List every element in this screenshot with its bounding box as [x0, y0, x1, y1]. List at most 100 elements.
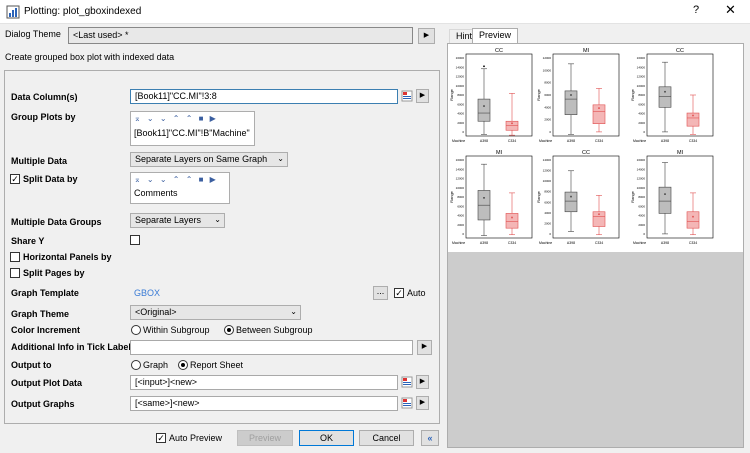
preview-button[interactable]: Preview: [237, 430, 293, 446]
mean-marker: [598, 107, 600, 109]
data-columns-menu-button[interactable]: ▶: [416, 89, 429, 103]
x-axis-title: Machine: [452, 241, 465, 245]
y-tick-label: 4000: [544, 211, 551, 215]
plot-title: MI: [677, 150, 684, 156]
y-tick-label: 14000: [637, 65, 646, 69]
split-data-by-item[interactable]: Comments: [134, 188, 178, 198]
plot-frame: [646, 53, 714, 137]
plot-title: MI: [496, 150, 503, 156]
chevron-down-icon: ⌄: [277, 154, 284, 163]
y-tick-label: 10000: [637, 186, 646, 190]
y-tick-label: 8000: [544, 190, 551, 194]
box: [686, 211, 700, 229]
y-tick-label: 0: [643, 232, 645, 236]
y-tick-label: 0: [549, 232, 551, 236]
y-tick-label: 2000: [457, 121, 464, 125]
y-tick-label: 0: [462, 130, 464, 134]
y-tick-label: 12000: [637, 75, 646, 79]
cancel-button[interactable]: Cancel: [359, 430, 414, 446]
mean-marker: [570, 94, 572, 96]
y-tick-label: 6000: [544, 200, 551, 204]
y-tick-label: 6000: [544, 93, 551, 97]
graph-theme-combo[interactable]: <Original> ⌄: [130, 305, 301, 320]
group-list-toolbar[interactable]: ⌅ ⌄ ⌄ ⌃ ⌃ ■ ▶: [134, 114, 218, 123]
multiple-data-groups-label: Multiple Data Groups: [11, 217, 102, 227]
y-tick-label: 14000: [456, 167, 465, 171]
preview-graph: CC Range 16000 14000 12000 10000 8000 6000 4000 2…: [449, 48, 714, 245]
tab-preview[interactable]: Preview: [472, 28, 519, 43]
output-graph-radio[interactable]: [131, 360, 141, 370]
y-tick-label: 2000: [638, 223, 645, 227]
help-button[interactable]: ?: [693, 4, 699, 16]
output-graphs-label: Output Graphs: [11, 399, 75, 409]
y-tick-label: 16000: [456, 56, 465, 60]
within-subgroup-label: Within Subgroup: [143, 325, 210, 335]
box: [477, 98, 491, 122]
between-subgroup-label: Between Subgroup: [236, 325, 313, 335]
select-range-icon[interactable]: [401, 89, 414, 103]
x-tick-label: C334: [689, 241, 697, 245]
output-graphs-menu-button[interactable]: ▶: [416, 396, 429, 410]
group-plots-by-item[interactable]: [Book11]"CC.MI"!B"Machine": [134, 128, 250, 138]
app-icon: [6, 5, 20, 19]
additional-info-menu-button[interactable]: ▶: [417, 340, 432, 355]
graph-template-link[interactable]: GBOX: [134, 288, 160, 298]
y-tick-label: 16000: [456, 158, 465, 162]
y-axis-label: Range: [536, 88, 541, 101]
plot-frame: [552, 155, 620, 239]
dialog-theme-combo[interactable]: <Last used> *: [68, 27, 413, 44]
split-list-toolbar[interactable]: ⌅ ⌄ ⌄ ⌃ ⌃ ■ ▶: [134, 175, 218, 184]
select-range-icon[interactable]: [401, 396, 414, 410]
auto-label: Auto: [407, 288, 426, 298]
output-plot-data-input[interactable]: [<input>]<new>: [130, 375, 398, 390]
y-tick-label: 8000: [638, 93, 645, 97]
y-tick-label: 2000: [544, 118, 551, 122]
horizontal-panels-checkbox[interactable]: [10, 252, 20, 262]
y-axis-label: Range: [449, 190, 454, 203]
output-plot-data-menu-button[interactable]: ▶: [416, 375, 429, 389]
multiple-data-combo[interactable]: Separate Layers on Same Graph ⌄: [130, 152, 288, 167]
y-tick-label: 4000: [544, 105, 551, 109]
within-subgroup-radio[interactable]: [131, 325, 141, 335]
close-button[interactable]: ✕: [725, 2, 736, 18]
split-pages-checkbox[interactable]: [10, 268, 20, 278]
chevron-down-icon: ⌄: [214, 215, 221, 224]
y-tick-label: 12000: [543, 169, 552, 173]
mean-marker: [511, 122, 513, 125]
auto-preview-checkbox[interactable]: ✓: [156, 433, 166, 443]
split-data-by-checkbox[interactable]: ✓: [10, 174, 20, 184]
select-range-icon[interactable]: [401, 375, 414, 389]
data-columns-input[interactable]: [Book11]"CC.MI"!3:8: [130, 89, 398, 104]
output-report-sheet-radio[interactable]: [178, 360, 188, 370]
y-tick-label: 12000: [456, 75, 465, 79]
multiple-data-groups-combo[interactable]: Separate Layers ⌄: [130, 213, 225, 228]
output-graphs-input[interactable]: [<same>]<new>: [130, 396, 398, 411]
plot-frame: [465, 155, 533, 239]
group-plots-by-list[interactable]: ⌅ ⌄ ⌄ ⌃ ⌃ ■ ▶ [Book11]"CC.MI"!B"Machine": [130, 111, 255, 146]
y-tick-label: 10000: [456, 186, 465, 190]
between-subgroup-radio[interactable]: [224, 325, 234, 335]
output-plot-data-label: Output Plot Data: [11, 378, 82, 388]
box: [505, 213, 519, 229]
additional-info-input[interactable]: [130, 340, 413, 355]
y-axis-label: Range: [536, 190, 541, 203]
plot-title: MI: [583, 48, 590, 54]
x-tick-label: A398: [661, 241, 669, 245]
share-y-checkbox[interactable]: [130, 235, 140, 245]
y-tick-label: 14000: [543, 158, 552, 162]
plot-frame: [465, 53, 533, 137]
split-data-by-list[interactable]: ⌅ ⌄ ⌄ ⌃ ⌃ ■ ▶ Comments: [130, 172, 230, 204]
collapse-panel-button[interactable]: «: [421, 430, 439, 446]
x-tick-label: A398: [480, 241, 488, 245]
ok-button[interactable]: OK: [299, 430, 354, 446]
y-tick-label: 6000: [638, 102, 645, 106]
browse-template-button[interactable]: ...: [373, 286, 388, 300]
x-tick-label: A398: [480, 139, 488, 143]
x-tick-label: C334: [508, 139, 516, 143]
y-tick-label: 12000: [456, 177, 465, 181]
y-tick-label: 4000: [638, 112, 645, 116]
x-tick-label: C334: [508, 241, 516, 245]
dialog-theme-menu-button[interactable]: ▶: [418, 28, 435, 44]
y-tick-label: 6000: [457, 204, 464, 208]
auto-checkbox[interactable]: ✓: [394, 288, 404, 298]
